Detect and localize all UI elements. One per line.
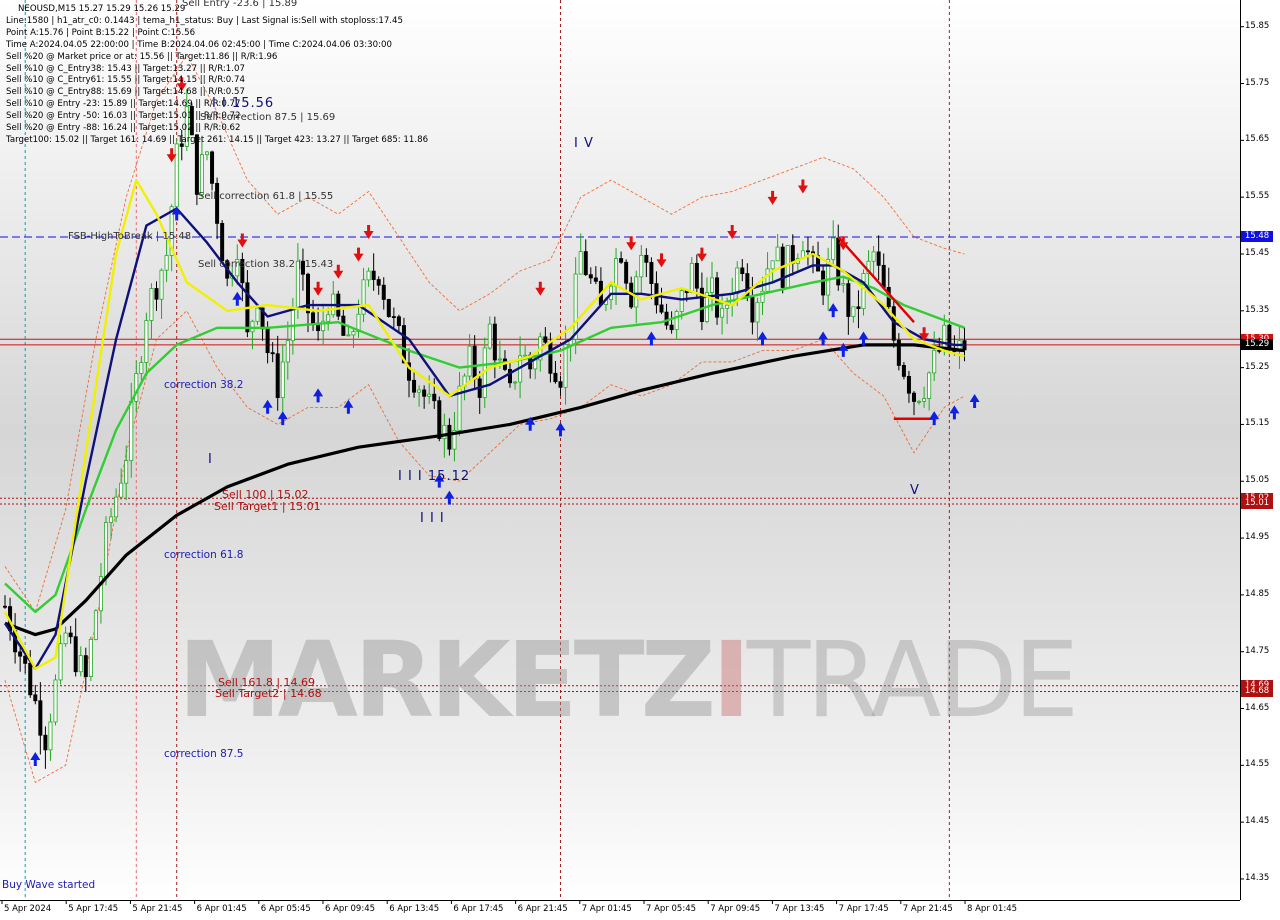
price-tick-label: 14.65 (1245, 702, 1270, 713)
info-line: Point A:15.76 | Point B:15.22 | Point C:… (6, 27, 196, 38)
price-tick-label: 15.75 (1245, 77, 1270, 88)
time-tick-label: 7 Apr 17:45 (838, 904, 889, 914)
price-tick-label: 14.35 (1245, 872, 1270, 883)
wave-label: I I 15.56 (212, 96, 275, 112)
chart-annotation: correction 38.2 (164, 378, 244, 391)
info-line: Time A:2024.04.05 22:00:00 | Time B:2024… (6, 39, 392, 50)
info-line: Sell %10 @ Entry -23: 15.89 || Target:14… (6, 99, 241, 110)
chart-annotation: Sell correction 87.5 | 15.69 (200, 111, 336, 123)
info-line: Sell %20 @ Market price or at: 15.56 || … (6, 51, 278, 62)
info-line: NEOUSD,M15 15.27 15.29 15.26 15.29 (18, 4, 186, 14)
chart-annotation: FSB-HighToBreak | 15.48 (68, 230, 192, 242)
price-tick-label: 14.75 (1245, 645, 1270, 656)
price-tick-label: 14.45 (1245, 816, 1270, 827)
time-tick-label: 7 Apr 13:45 (774, 904, 825, 914)
time-tick-label: 7 Apr 01:45 (581, 904, 632, 914)
wave-label: I I I 15.12 (398, 468, 471, 484)
time-tick-label: 5 Apr 21:45 (132, 904, 183, 914)
time-tick-label: 7 Apr 05:45 (646, 904, 697, 914)
price-tick-label: 15.65 (1245, 134, 1270, 145)
chart-annotation: Sell correction 61.8 | 15.55 (198, 191, 334, 203)
info-line: Sell %10 @ C_Entry88: 15.69 || Target:14… (6, 87, 245, 98)
chart-annotation: Sell Target2 | 14.68 (215, 687, 322, 701)
price-tick-label: 14.55 (1245, 759, 1270, 770)
info-line: Target100: 15.02 || Target 161: 14.69 ||… (6, 134, 429, 145)
price-tick-label: 15.55 (1245, 191, 1270, 202)
price-tick-label: 15.35 (1245, 304, 1270, 315)
wave-label: V (910, 482, 920, 498)
time-tick-label: 7 Apr 09:45 (710, 904, 761, 914)
time-tick-label: 6 Apr 09:45 (325, 904, 376, 914)
price-tick-label: 15.45 (1245, 247, 1270, 258)
wave-label: I I I (420, 511, 445, 527)
price-badge: 14.68 (1241, 685, 1273, 697)
price-tick-label: 14.95 (1245, 532, 1270, 543)
time-tick-label: 5 Apr 2024 (4, 904, 52, 914)
price-badge: 15.01 (1241, 498, 1273, 510)
price-tick-label: 15.05 (1245, 475, 1270, 486)
info-line: Line:1580 | h1_atr_c0: 0.1443 | tema_h1_… (6, 15, 403, 26)
price-tick-label: 15.85 (1245, 20, 1270, 31)
wave-label: I V (574, 136, 594, 152)
time-tick-label: 6 Apr 01:45 (196, 904, 247, 914)
time-tick-label: 6 Apr 05:45 (260, 904, 311, 914)
chart-window: MARKETZITRADE NEOUSD,M15 15.27 15.29 15.… (0, 0, 1280, 920)
price-badge: 15.48 (1241, 231, 1273, 243)
price-tick-label: 15.15 (1245, 418, 1270, 429)
chart-annotation: Buy Wave started (2, 878, 96, 891)
price-badge: 15.29 (1241, 339, 1273, 351)
time-tick-label: 6 Apr 13:45 (389, 904, 440, 914)
time-tick-label: 5 Apr 17:45 (68, 904, 119, 914)
info-line: Sell %10 @ C_Entry38: 15.43 || Target:13… (6, 63, 245, 74)
time-tick-label: 7 Apr 21:45 (902, 904, 953, 914)
time-tick-label: 6 Apr 17:45 (453, 904, 504, 914)
chart-annotation: correction 87.5 (164, 747, 244, 760)
price-tick-label: 15.25 (1245, 361, 1270, 372)
info-line: Sell %10 @ C_Entry61: 15.55 || Target:14… (6, 75, 245, 86)
price-tick-label: 14.85 (1245, 588, 1270, 599)
wave-label: I (208, 451, 213, 467)
time-tick-label: 6 Apr 21:45 (517, 904, 568, 914)
chart-annotation: correction 61.8 (164, 549, 244, 562)
info-line: Sell %20 @ Entry -88: 16.24 || Target:15… (6, 123, 241, 133)
chart-annotation: Sell correction 38.2 | 15.43 (198, 259, 334, 271)
chart-annotation: Sell Target1 | 15.01 (214, 499, 321, 513)
chart-annotation: Sell Entry -23.6 | 15.89 (182, 0, 298, 9)
time-tick-label: 8 Apr 01:45 (967, 904, 1018, 914)
